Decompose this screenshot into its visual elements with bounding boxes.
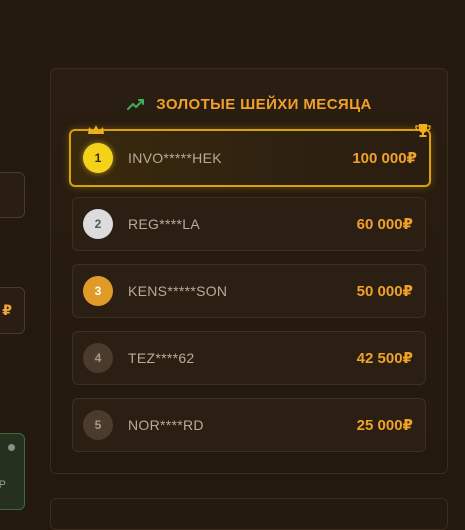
leaderboard-row[interactable]: 5 NOR****RD 25 000₽: [72, 398, 426, 452]
leaderboard-header: ЗОЛОТЫЕ ШЕЙХИ МЕСЯЦА: [51, 93, 447, 115]
rank-badge: 5: [83, 410, 113, 440]
leaderboard-row[interactable]: 1 INVO*****HEK 100 000₽: [69, 124, 431, 187]
prize-amount: 50 000₽: [356, 283, 413, 300]
player-name: KENS*****SON: [128, 283, 228, 299]
trophy-icon: [415, 124, 431, 137]
side-card-2[interactable]: ₽: [0, 287, 25, 334]
leaderboard-panel: ЗОЛОТЫЕ ШЕЙХИ МЕСЯЦА 1 INVO*****HEK 100 00…: [50, 68, 448, 474]
leaderboard-row[interactable]: 4 TEZ****62 42 500₽: [72, 331, 426, 385]
rank-badge: 1: [83, 143, 113, 173]
side-card-2-text: ₽: [2, 302, 12, 318]
prize-amount: 60 000₽: [356, 216, 413, 233]
leaderboard-row[interactable]: 2 REG****LA 60 000₽: [72, 197, 426, 251]
trending-up-icon: [127, 99, 145, 110]
crown-icon: [88, 125, 104, 134]
status-dot-icon: [8, 444, 15, 451]
next-panel: [50, 498, 448, 530]
prize-amount: 25 000₽: [356, 417, 413, 434]
rank-badge: 2: [83, 209, 113, 239]
side-card-1[interactable]: [0, 172, 25, 218]
rank-badge: 3: [83, 276, 113, 306]
side-card-3-text: Р: [0, 479, 6, 491]
player-name: INVO*****HEK: [128, 150, 222, 166]
player-name: NOR****RD: [128, 417, 204, 433]
leaderboard-row[interactable]: 3 KENS*****SON 50 000₽: [72, 264, 426, 318]
prize-amount: 100 000₽: [352, 150, 417, 167]
player-name: REG****LA: [128, 216, 200, 232]
player-name: TEZ****62: [128, 350, 195, 366]
rank-badge: 4: [83, 343, 113, 373]
leaderboard-title: ЗОЛОТЫЕ ШЕЙХИ МЕСЯЦА: [156, 95, 372, 113]
prize-amount: 42 500₽: [356, 350, 413, 367]
side-card-3[interactable]: Р: [0, 433, 25, 510]
